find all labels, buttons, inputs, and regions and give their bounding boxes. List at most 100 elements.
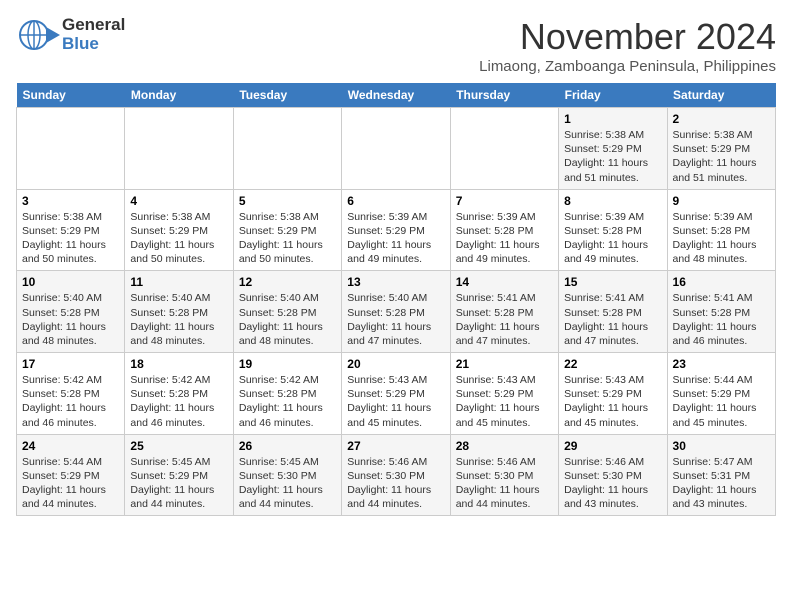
day-number: 16 bbox=[673, 275, 770, 289]
day-number: 4 bbox=[130, 194, 227, 208]
day-info: Sunrise: 5:46 AMSunset: 5:30 PMDaylight:… bbox=[347, 455, 444, 512]
calendar-cell: 23 Sunrise: 5:44 AMSunset: 5:29 PMDayligh… bbox=[667, 353, 775, 435]
day-info: Sunrise: 5:43 AMSunset: 5:29 PMDaylight:… bbox=[564, 373, 661, 430]
calendar-cell: 22 Sunrise: 5:43 AMSunset: 5:29 PMDayligh… bbox=[559, 353, 667, 435]
calendar-cell: 21 Sunrise: 5:43 AMSunset: 5:29 PMDayligh… bbox=[450, 353, 558, 435]
calendar-cell: 24 Sunrise: 5:44 AMSunset: 5:29 PMDayligh… bbox=[17, 434, 125, 516]
day-info: Sunrise: 5:43 AMSunset: 5:29 PMDaylight:… bbox=[347, 373, 444, 430]
day-number: 17 bbox=[22, 357, 119, 371]
day-info: Sunrise: 5:39 AMSunset: 5:29 PMDaylight:… bbox=[347, 210, 444, 267]
day-number: 22 bbox=[564, 357, 661, 371]
day-number: 12 bbox=[239, 275, 336, 289]
day-number: 1 bbox=[564, 112, 661, 126]
day-info: Sunrise: 5:46 AMSunset: 5:30 PMDaylight:… bbox=[456, 455, 553, 512]
day-info: Sunrise: 5:40 AMSunset: 5:28 PMDaylight:… bbox=[239, 291, 336, 348]
day-header-monday: Monday bbox=[125, 83, 233, 108]
day-info: Sunrise: 5:41 AMSunset: 5:28 PMDaylight:… bbox=[673, 291, 770, 348]
day-number: 6 bbox=[347, 194, 444, 208]
calendar-cell: 20Sunrise: 5:43 AMSunset: 5:29 PMDayligh… bbox=[342, 353, 450, 435]
day-number: 18 bbox=[130, 357, 227, 371]
logo-general: General bbox=[62, 16, 125, 35]
day-number: 21 bbox=[456, 357, 553, 371]
calendar-cell bbox=[17, 108, 125, 190]
day-info: Sunrise: 5:41 AMSunset: 5:28 PMDaylight:… bbox=[456, 291, 553, 348]
calendar-cell: 19 Sunrise: 5:42 AMSunset: 5:28 PMDayligh… bbox=[233, 353, 341, 435]
day-info: Sunrise: 5:38 AMSunset: 5:29 PMDaylight:… bbox=[130, 210, 227, 267]
calendar-week-row: 10 Sunrise: 5:40 AMSunset: 5:28 PMDayligh… bbox=[17, 271, 776, 353]
calendar-cell: 17 Sunrise: 5:42 AMSunset: 5:28 PMDayligh… bbox=[17, 353, 125, 435]
day-info: Sunrise: 5:39 AMSunset: 5:28 PMDaylight:… bbox=[673, 210, 770, 267]
day-number: 30 bbox=[673, 439, 770, 453]
calendar-week-row: 24 Sunrise: 5:44 AMSunset: 5:29 PMDayligh… bbox=[17, 434, 776, 516]
calendar-cell: 26 Sunrise: 5:45 AMSunset: 5:30 PMDayligh… bbox=[233, 434, 341, 516]
calendar-cell bbox=[125, 108, 233, 190]
day-info: Sunrise: 5:42 AMSunset: 5:28 PMDaylight:… bbox=[239, 373, 336, 430]
day-info: Sunrise: 5:42 AMSunset: 5:28 PMDaylight:… bbox=[22, 373, 119, 430]
calendar-cell bbox=[233, 108, 341, 190]
calendar-cell bbox=[342, 108, 450, 190]
logo-blue: Blue bbox=[62, 35, 125, 54]
month-title: November 2024 bbox=[479, 16, 776, 58]
calendar-body: 1 Sunrise: 5:38 AMSunset: 5:29 PMDaylight… bbox=[17, 108, 776, 516]
day-info: Sunrise: 5:38 AMSunset: 5:29 PMDaylight:… bbox=[564, 128, 661, 185]
day-info: Sunrise: 5:45 AMSunset: 5:29 PMDaylight:… bbox=[130, 455, 227, 512]
calendar-cell: 18 Sunrise: 5:42 AMSunset: 5:28 PMDayligh… bbox=[125, 353, 233, 435]
calendar-cell: 28Sunrise: 5:46 AMSunset: 5:30 PMDayligh… bbox=[450, 434, 558, 516]
calendar-week-row: 3 Sunrise: 5:38 AMSunset: 5:29 PMDaylight… bbox=[17, 189, 776, 271]
title-block: November 2024 Limaong, Zamboanga Peninsu… bbox=[479, 16, 776, 75]
day-info: Sunrise: 5:43 AMSunset: 5:29 PMDaylight:… bbox=[456, 373, 553, 430]
day-info: Sunrise: 5:42 AMSunset: 5:28 PMDaylight:… bbox=[130, 373, 227, 430]
calendar-cell: 11Sunrise: 5:40 AMSunset: 5:28 PMDayligh… bbox=[125, 271, 233, 353]
day-header-tuesday: Tuesday bbox=[233, 83, 341, 108]
location-title: Limaong, Zamboanga Peninsula, Philippine… bbox=[479, 58, 776, 75]
day-number: 13 bbox=[347, 275, 444, 289]
day-number: 24 bbox=[22, 439, 119, 453]
calendar-cell: 2 Sunrise: 5:38 AMSunset: 5:29 PMDaylight… bbox=[667, 108, 775, 190]
calendar-cell: 14 Sunrise: 5:41 AMSunset: 5:28 PMDayligh… bbox=[450, 271, 558, 353]
calendar-cell: 12 Sunrise: 5:40 AMSunset: 5:28 PMDayligh… bbox=[233, 271, 341, 353]
day-number: 3 bbox=[22, 194, 119, 208]
calendar-cell: 3 Sunrise: 5:38 AMSunset: 5:29 PMDaylight… bbox=[17, 189, 125, 271]
day-header-sunday: Sunday bbox=[17, 83, 125, 108]
day-number: 15 bbox=[564, 275, 661, 289]
calendar-cell: 16 Sunrise: 5:41 AMSunset: 5:28 PMDayligh… bbox=[667, 271, 775, 353]
day-number: 10 bbox=[22, 275, 119, 289]
day-info: Sunrise: 5:38 AMSunset: 5:29 PMDaylight:… bbox=[673, 128, 770, 185]
calendar-cell: 7 Sunrise: 5:39 AMSunset: 5:28 PMDaylight… bbox=[450, 189, 558, 271]
day-number: 9 bbox=[673, 194, 770, 208]
day-info: Sunrise: 5:38 AMSunset: 5:29 PMDaylight:… bbox=[22, 210, 119, 267]
calendar-cell: 10Sunrise: 5:40 AMSunset: 5:28 PMDayligh… bbox=[17, 271, 125, 353]
calendar-table: SundayMondayTuesdayWednesdayThursdayFrid… bbox=[16, 83, 776, 516]
day-number: 26 bbox=[239, 439, 336, 453]
day-info: Sunrise: 5:40 AMSunset: 5:28 PMDaylight:… bbox=[347, 291, 444, 348]
day-info: Sunrise: 5:47 AMSunset: 5:31 PMDaylight:… bbox=[673, 455, 770, 512]
day-number: 23 bbox=[673, 357, 770, 371]
day-number: 25 bbox=[130, 439, 227, 453]
day-info: Sunrise: 5:46 AMSunset: 5:30 PMDaylight:… bbox=[564, 455, 661, 512]
day-info: Sunrise: 5:44 AMSunset: 5:29 PMDaylight:… bbox=[22, 455, 119, 512]
day-info: Sunrise: 5:41 AMSunset: 5:28 PMDaylight:… bbox=[564, 291, 661, 348]
day-number: 2 bbox=[673, 112, 770, 126]
day-info: Sunrise: 5:44 AMSunset: 5:29 PMDaylight:… bbox=[673, 373, 770, 430]
calendar-cell: 4 Sunrise: 5:38 AMSunset: 5:29 PMDaylight… bbox=[125, 189, 233, 271]
day-info: Sunrise: 5:39 AMSunset: 5:28 PMDaylight:… bbox=[564, 210, 661, 267]
day-info: Sunrise: 5:38 AMSunset: 5:29 PMDaylight:… bbox=[239, 210, 336, 267]
calendar-cell: 15 Sunrise: 5:41 AMSunset: 5:28 PMDayligh… bbox=[559, 271, 667, 353]
logo: General Blue bbox=[16, 16, 125, 53]
calendar-cell: 9 Sunrise: 5:39 AMSunset: 5:28 PMDaylight… bbox=[667, 189, 775, 271]
day-number: 27 bbox=[347, 439, 444, 453]
day-header-friday: Friday bbox=[559, 83, 667, 108]
day-number: 14 bbox=[456, 275, 553, 289]
day-number: 19 bbox=[239, 357, 336, 371]
day-header-wednesday: Wednesday bbox=[342, 83, 450, 108]
day-number: 8 bbox=[564, 194, 661, 208]
calendar-cell: 29 Sunrise: 5:46 AMSunset: 5:30 PMDayligh… bbox=[559, 434, 667, 516]
day-number: 7 bbox=[456, 194, 553, 208]
day-info: Sunrise: 5:39 AMSunset: 5:28 PMDaylight:… bbox=[456, 210, 553, 267]
calendar-cell: 30 Sunrise: 5:47 AMSunset: 5:31 PMDayligh… bbox=[667, 434, 775, 516]
day-number: 29 bbox=[564, 439, 661, 453]
calendar-header-row: SundayMondayTuesdayWednesdayThursdayFrid… bbox=[17, 83, 776, 108]
day-info: Sunrise: 5:45 AMSunset: 5:30 PMDaylight:… bbox=[239, 455, 336, 512]
calendar-week-row: 17 Sunrise: 5:42 AMSunset: 5:28 PMDayligh… bbox=[17, 353, 776, 435]
calendar-week-row: 1 Sunrise: 5:38 AMSunset: 5:29 PMDaylight… bbox=[17, 108, 776, 190]
